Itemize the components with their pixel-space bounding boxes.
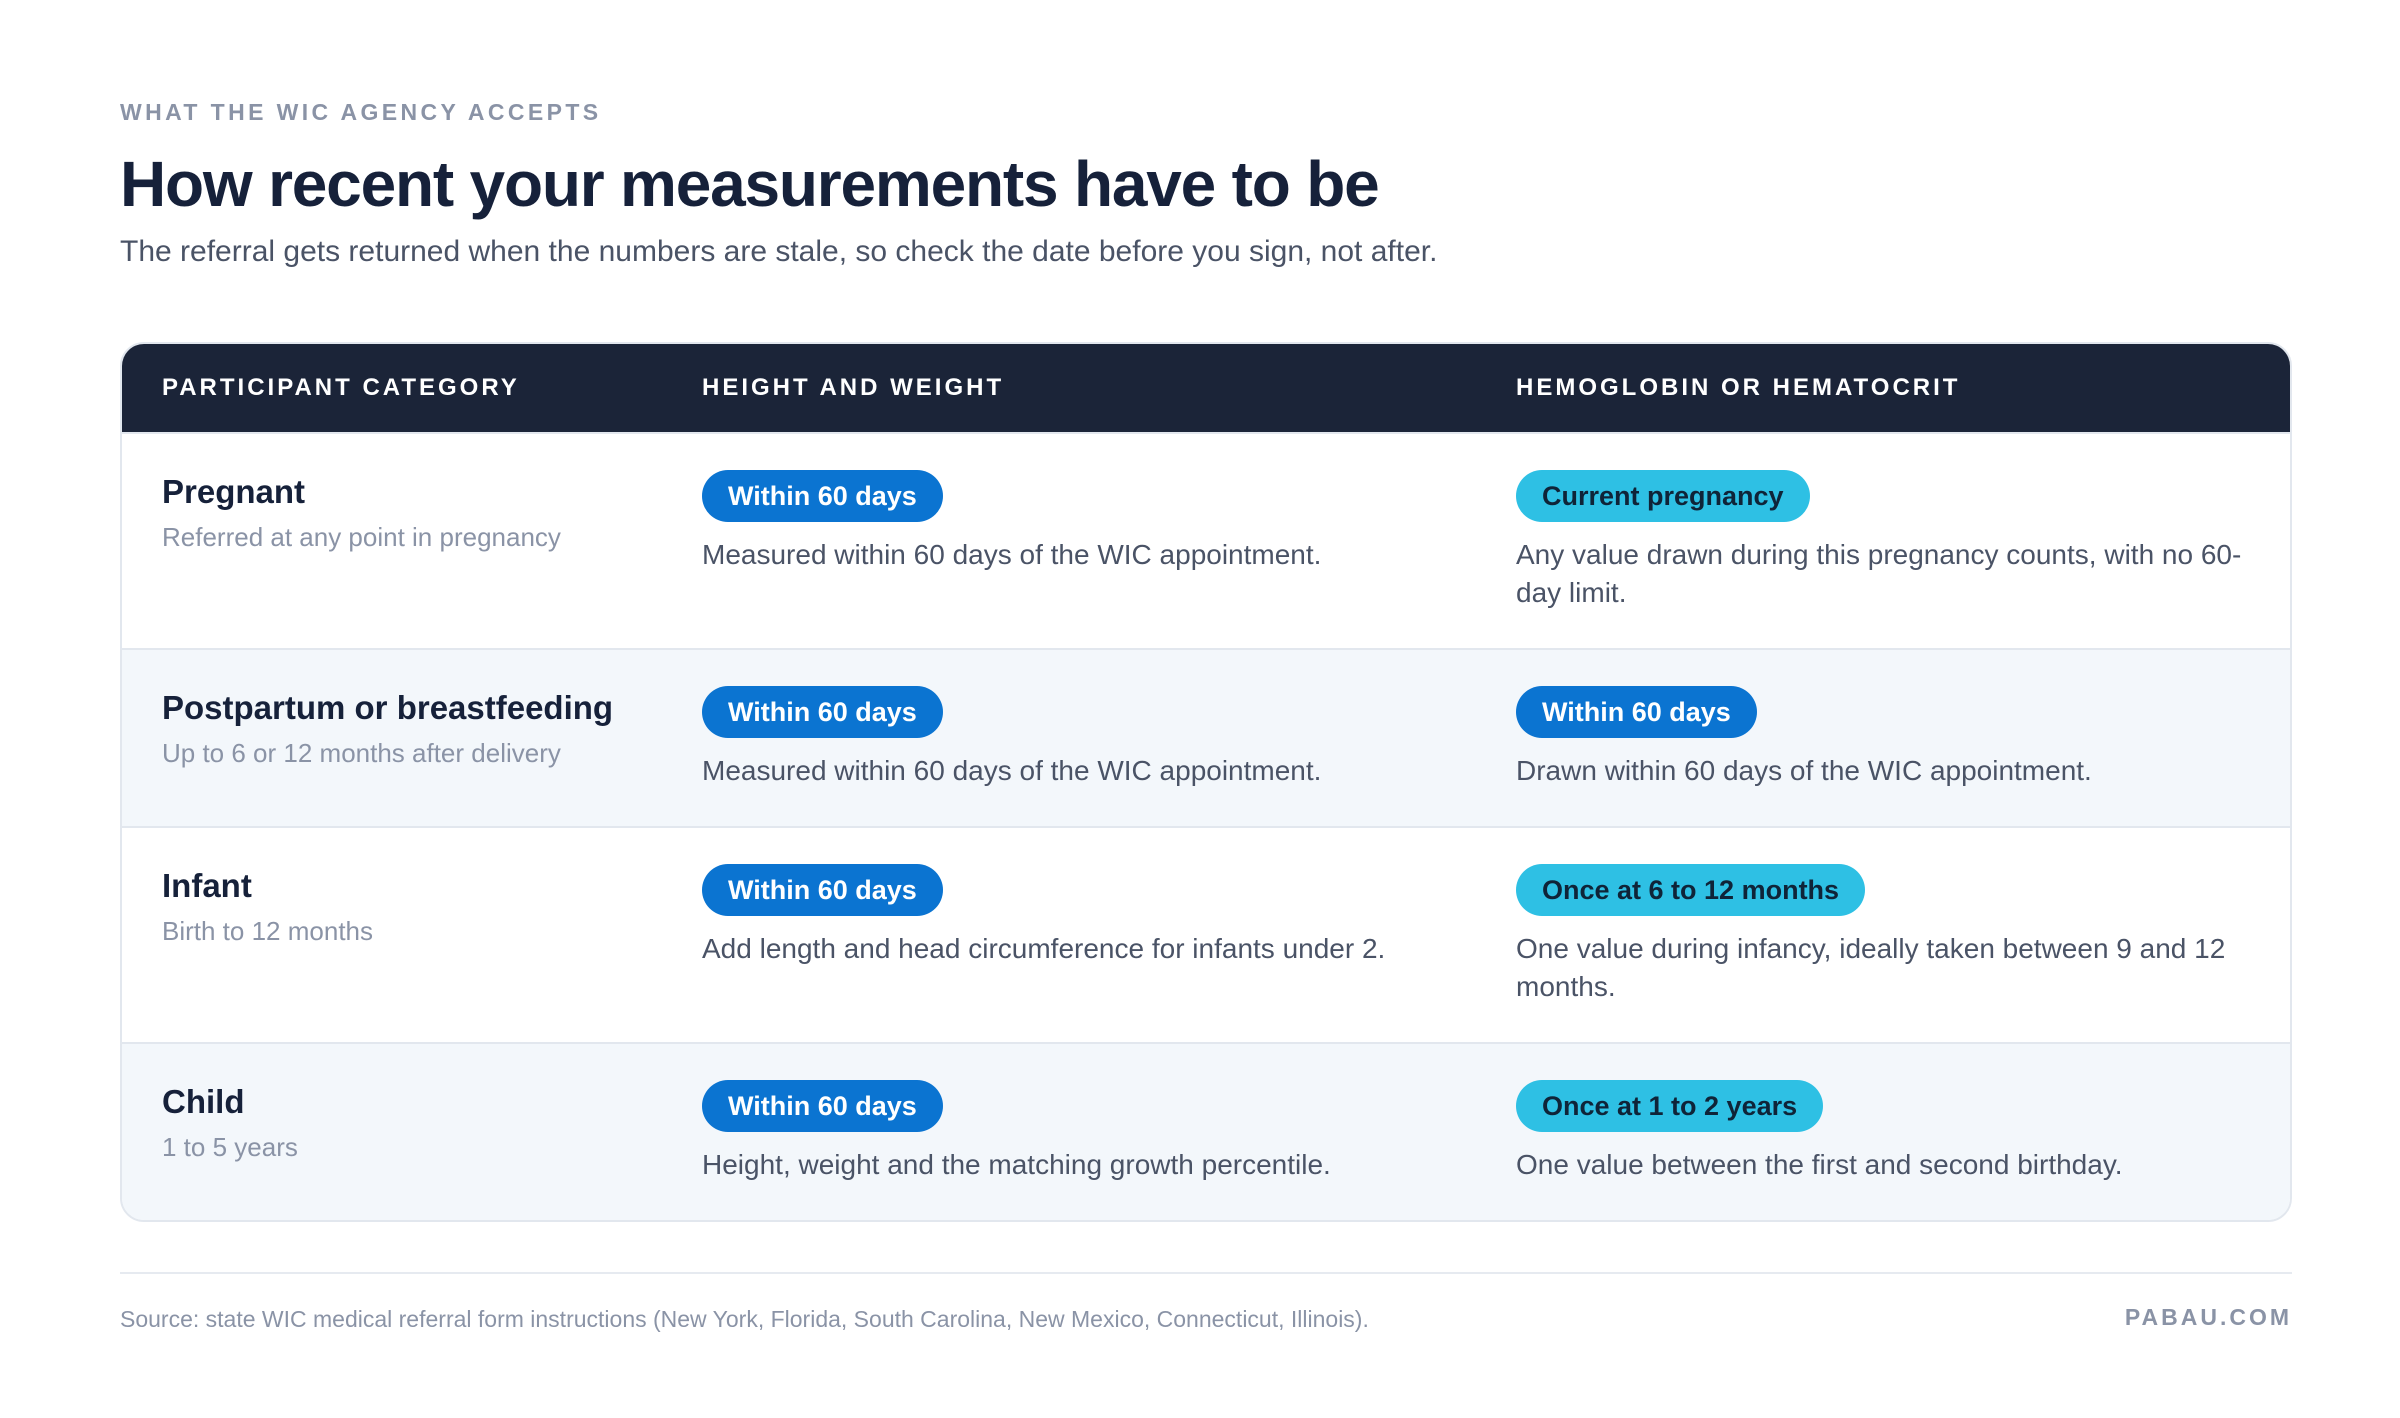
category-description: Birth to 12 months <box>162 916 373 946</box>
hemoglobin-description: Any value drawn during this pregnancy co… <box>1516 539 2242 608</box>
table-header: PARTICIPANT CATEGORY HEIGHT AND WEIGHT H… <box>122 344 2290 432</box>
height-weight-description: Height, weight and the matching growth p… <box>702 1149 1331 1180</box>
page-subtitle: The referral gets returned when the numb… <box>120 235 1438 268</box>
source-note: Source: state WIC medical referral form … <box>120 1306 1369 1332</box>
category-name: Pregnant <box>162 473 306 510</box>
height-weight-description: Add length and head circumference for in… <box>702 933 1386 964</box>
category-name: Postpartum or breastfeeding <box>162 689 614 726</box>
column-header-hemoglobin: HEMOGLOBIN OR HEMATOCRIT <box>1516 374 1961 401</box>
height-weight-description: Measured within 60 days of the WIC appoi… <box>702 539 1322 570</box>
category-name: Infant <box>162 867 252 904</box>
table-row: Postpartum or breastfeeding Up to 6 or 1… <box>122 648 2290 826</box>
table-row: Infant Birth to 12 months Within 60 days… <box>122 826 2290 1042</box>
footer: Source: state WIC medical referral form … <box>120 1272 2292 1332</box>
brand-label: PABAU.COM <box>2124 1304 2292 1330</box>
category-description: 1 to 5 years <box>162 1132 298 1162</box>
table-row: Pregnant Referred at any point in pregna… <box>122 432 2290 648</box>
requirements-table: PARTICIPANT CATEGORY HEIGHT AND WEIGHT H… <box>120 342 2292 1222</box>
height-weight-badge: Within 60 days <box>702 864 943 916</box>
height-weight-badge: Within 60 days <box>702 686 943 738</box>
column-header-height-weight: HEIGHT AND WEIGHT <box>702 374 1005 401</box>
category-description: Referred at any point in pregnancy <box>162 522 561 552</box>
height-weight-description: Measured within 60 days of the WIC appoi… <box>702 755 1322 786</box>
hemoglobin-description: Drawn within 60 days of the WIC appointm… <box>1516 755 2092 786</box>
hemoglobin-description: One value during infancy, ideally taken … <box>1516 933 2226 1002</box>
hemoglobin-badge: Current pregnancy <box>1516 470 1810 522</box>
page-header: WHAT THE WIC AGENCY ACCEPTS How recent y… <box>120 98 2292 1222</box>
hemoglobin-description: One value between the first and second b… <box>1516 1149 2123 1180</box>
column-header-category: PARTICIPANT CATEGORY <box>162 374 520 401</box>
category-name: Child <box>162 1083 245 1120</box>
hemoglobin-badge: Once at 1 to 2 years <box>1516 1080 1824 1132</box>
hemoglobin-badge: Once at 6 to 12 months <box>1516 864 1866 916</box>
category-description: Up to 6 or 12 months after delivery <box>162 738 561 768</box>
height-weight-badge: Within 60 days <box>702 470 943 522</box>
hemoglobin-badge: Within 60 days <box>1516 686 1757 738</box>
table-row: Child 1 to 5 years Within 60 days Height… <box>122 1042 2290 1220</box>
eyebrow-label: WHAT THE WIC AGENCY ACCEPTS <box>120 99 602 125</box>
height-weight-badge: Within 60 days <box>702 1080 943 1132</box>
page-title: How recent your measurements have to be <box>120 148 1380 220</box>
